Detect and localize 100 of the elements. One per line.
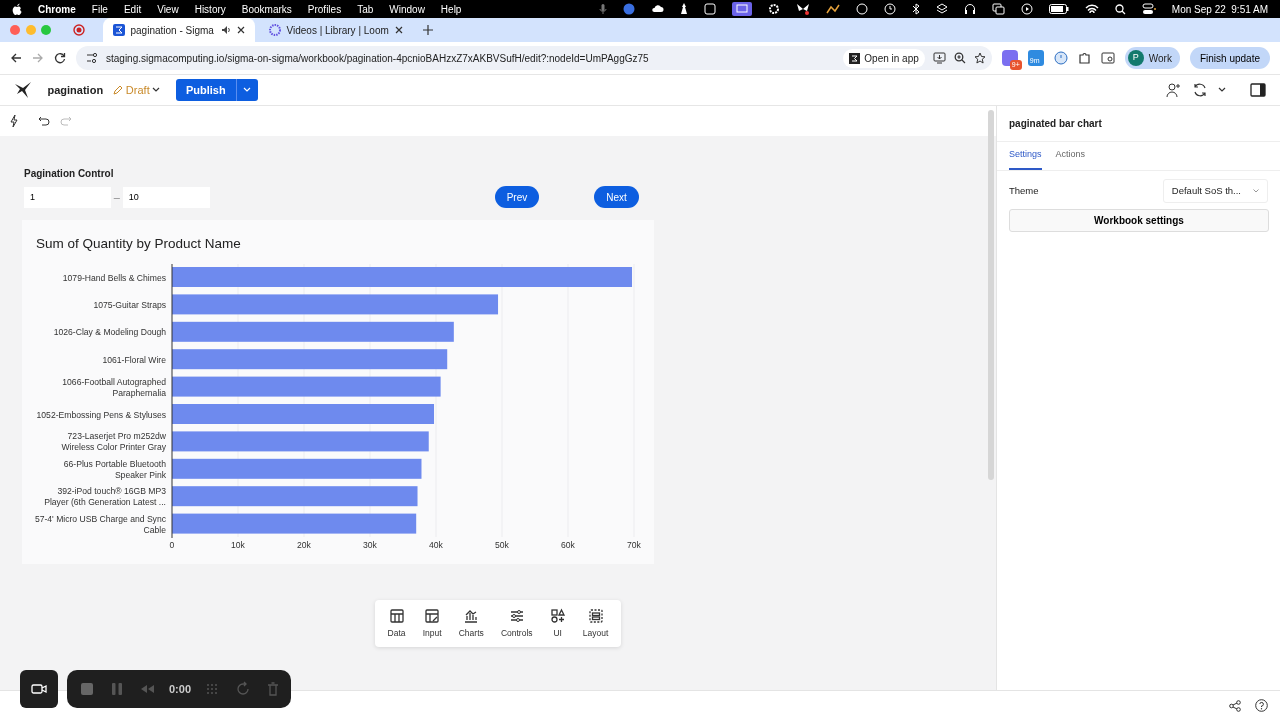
workbook-settings-button[interactable]: Workbook settings <box>1009 208 1269 232</box>
plus-icon[interactable] <box>422 25 433 35</box>
tab-title: Videos | Library | Loom <box>286 23 389 38</box>
range-end-field[interactable]: 10 <box>122 186 210 208</box>
circle-icon[interactable] <box>622 3 635 15</box>
toolbar-button[interactable]: Input <box>420 607 444 640</box>
menu-bar-item[interactable]: Help <box>440 1 462 17</box>
tick-label: 30k <box>363 540 377 551</box>
tick-label: 0 <box>169 540 175 551</box>
category-label: 57-4' Micro USB Charge and Sync Cable <box>34 513 166 535</box>
squiggle-icon[interactable] <box>825 3 840 15</box>
speaker-icon[interactable] <box>220 25 231 35</box>
menu-bar-item[interactable]: Tab <box>357 1 374 17</box>
finish-update-button[interactable]: Finish update <box>1189 47 1270 69</box>
butterfly-icon[interactable] <box>795 3 810 15</box>
browser-tab[interactable]: Videos | Library | Loom <box>258 18 411 42</box>
cloud-icon[interactable] <box>650 3 664 15</box>
avatar-icon: P <box>1127 50 1144 66</box>
tick-label: 20k <box>297 540 311 551</box>
restart-button[interactable] <box>235 681 252 697</box>
next-button[interactable]: Next <box>594 186 639 208</box>
publish-button[interactable]: Publish <box>175 79 236 101</box>
chart-title: Sum of Quantity by Product Name <box>35 235 242 253</box>
menu-bar-app-name[interactable]: Chrome <box>38 1 76 17</box>
menu-bar-date: Mon Sep 22 <box>1171 2 1226 17</box>
layers-icon[interactable] <box>935 3 948 15</box>
toolbar-button[interactable]: UI <box>547 607 568 640</box>
toolbar-button[interactable]: Data <box>385 607 408 640</box>
menu-bar-item[interactable]: Bookmarks <box>241 1 292 17</box>
menu-bar-item[interactable]: File <box>91 1 108 17</box>
tick-label: 70k <box>627 540 641 551</box>
panel-title: paginated bar chart <box>997 106 1280 142</box>
range-start-field[interactable]: 1 <box>24 186 111 208</box>
prev-button[interactable]: Prev <box>494 186 540 208</box>
menu-bar-item[interactable]: Edit <box>123 1 142 17</box>
panel-tab[interactable]: Settings <box>1009 142 1042 170</box>
chevron-down-icon[interactable] <box>1218 87 1226 93</box>
sliders-icon <box>508 607 525 624</box>
menu-bar-item[interactable]: View <box>157 1 179 17</box>
star-icon[interactable] <box>973 52 986 64</box>
reload-icon[interactable] <box>54 52 66 64</box>
scrollbar[interactable] <box>988 110 994 480</box>
open-in-app-button[interactable]: Open in app <box>843 48 925 68</box>
wifi-icon[interactable] <box>1084 3 1099 15</box>
workbook-name: pagination <box>47 82 104 98</box>
apple-icon[interactable] <box>12 3 22 15</box>
menu-bar-item[interactable]: Window <box>389 1 425 17</box>
bluetooth-icon[interactable] <box>911 3 920 15</box>
back-arrow-icon[interactable] <box>10 52 22 64</box>
pencil-icon <box>113 85 124 95</box>
category-label: 1079-Hand Bells & Chimes <box>62 272 166 283</box>
microphone-icon[interactable] <box>598 3 607 15</box>
chess-piece-icon[interactable] <box>679 3 688 15</box>
toolbar-button[interactable]: Layout <box>580 607 611 640</box>
tick-label: 10k <box>231 540 245 551</box>
refresh-icon[interactable] <box>1192 82 1208 98</box>
panel-toggle-icon[interactable] <box>1250 83 1266 97</box>
category-label: 1066-Football Autographed Paraphernalia <box>62 376 166 398</box>
help-icon[interactable] <box>1255 699 1268 712</box>
share-icon[interactable] <box>1229 699 1241 712</box>
close-icon[interactable] <box>394 26 403 34</box>
category-label: 66-Plus Portable Bluetooth Speaker Pink <box>63 459 166 481</box>
record-icon[interactable] <box>72 24 85 36</box>
close-icon[interactable] <box>236 26 245 34</box>
category-label: 1075-Guitar Straps <box>93 300 166 311</box>
tab-search-icon[interactable] <box>1100 52 1115 64</box>
play-icon[interactable] <box>1020 3 1033 15</box>
profile-button[interactable]: P Work <box>1124 47 1180 69</box>
chevron-down-icon <box>243 87 252 93</box>
screen-share-icon[interactable] <box>731 2 752 16</box>
restart-icon <box>235 681 252 697</box>
clock-extension-icon[interactable] <box>1053 51 1068 65</box>
recording-time: 0:00 <box>169 681 192 697</box>
browser-tab[interactable]: pagination - Sigma <box>102 18 255 42</box>
add-person-icon[interactable] <box>1166 82 1182 98</box>
control-label: Pagination Control <box>24 167 115 181</box>
zoom-icon[interactable] <box>953 52 966 64</box>
battery-icon[interactable] <box>1048 4 1069 14</box>
camera-button[interactable] <box>20 670 58 708</box>
site-settings-icon[interactable] <box>86 52 98 64</box>
windows-icon[interactable] <box>991 3 1005 15</box>
search-icon[interactable] <box>1114 3 1126 15</box>
headphones-icon[interactable] <box>963 3 976 15</box>
clock-icon[interactable] <box>883 3 896 15</box>
category-label: 1026-Clay & Modeling Dough <box>53 327 166 338</box>
lightning-icon[interactable] <box>10 115 18 127</box>
menu-bar-item[interactable]: History <box>194 1 226 17</box>
undo-icon[interactable] <box>38 116 50 126</box>
starburst-icon <box>268 24 281 36</box>
toolbar-button[interactable]: Controls <box>498 607 535 640</box>
toolbar-button[interactable]: Charts <box>456 607 486 640</box>
toggle-icon[interactable] <box>1141 3 1156 15</box>
menu-bar-item[interactable]: Profiles <box>307 1 342 17</box>
url-text[interactable]: staging.sigmacomputing.io/sigma-on-sigma/workbook/pagination-4pcnioBAHzxZ7xAKBVSufH/edit?:nodeId=UmPAggGz75 <box>106 50 836 66</box>
chevron-down-icon <box>1253 188 1259 193</box>
panel-tab[interactable]: Actions <box>1055 142 1086 170</box>
theme-select[interactable]: Default SoS th... <box>1162 178 1268 203</box>
install-icon[interactable] <box>932 52 946 64</box>
tab-title: pagination - Sigma <box>130 23 215 38</box>
stop-button[interactable] <box>79 681 95 697</box>
